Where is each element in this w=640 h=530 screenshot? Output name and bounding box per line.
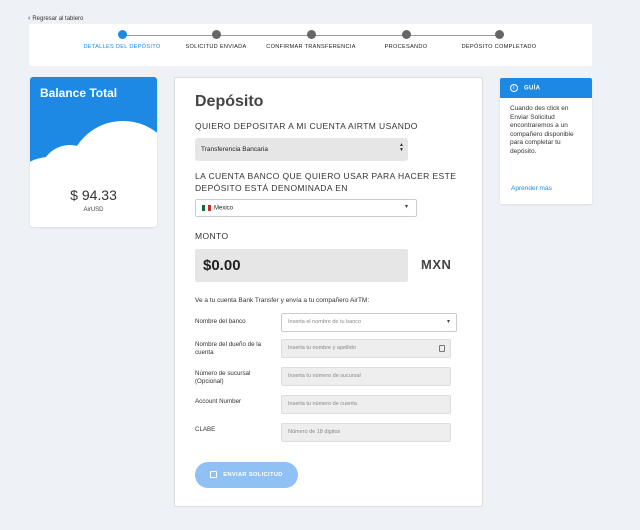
deposit-form-card: Depósito QUIERO DEPOSITAR A MI CUENTA AI… — [174, 77, 483, 507]
contact-card-icon — [439, 345, 445, 352]
guide-panel: i GUÍA Cuando des click en Enviar Solicit… — [500, 78, 592, 204]
balance-title: Balance Total — [40, 86, 118, 100]
account-number-label: Account Number — [195, 398, 242, 405]
step-dot — [306, 30, 316, 39]
step-label: CONFIRMAR TRANSFERENCIA — [266, 44, 356, 50]
updown-arrows-icon: ▲ ▼ — [399, 142, 404, 153]
balance-currency: AirUSD — [83, 207, 104, 213]
step-dot — [494, 30, 504, 39]
branch-number-field[interactable]: Inserta tu número de sucursal — [281, 367, 451, 386]
branch-number-placeholder: Inserta tu número de sucursal — [288, 373, 361, 379]
info-icon: i — [510, 84, 518, 92]
progress-stepper: DETALLES DEL DEPÓSITO SOLICITUD ENVIADA … — [29, 24, 592, 66]
clabe-label: CLABE — [195, 426, 216, 433]
clabe-field[interactable]: Número de 18 digitos — [281, 423, 451, 442]
submit-request-button[interactable]: ENVIAR SOLICITUD — [195, 462, 298, 488]
step-label: DEPÓSITO COMPLETADO — [461, 44, 537, 50]
balance-card: Balance Total $ 94.33 AirUSD — [30, 77, 157, 227]
account-number-placeholder: Inserta tu número de cuenta — [288, 401, 357, 407]
method-question: QUIERO DEPOSITAR A MI CUENTA AIRTM USAND… — [195, 121, 418, 131]
step-label: PROCESANDO — [384, 44, 428, 50]
guide-body: Cuando des click en Enviar Solicitud enc… — [510, 105, 574, 155]
guide-header: i GUÍA — [500, 78, 592, 98]
guide-title: GUÍA — [524, 85, 541, 92]
owner-name-field[interactable]: Inserta tu nombre y apellido — [281, 339, 451, 358]
step-deposit-completed: DEPÓSITO COMPLETADO — [454, 30, 544, 51]
amount-input[interactable]: $0.00 — [195, 249, 408, 282]
back-to-dashboard-link[interactable]: ‹ Regresar al tablero — [28, 15, 83, 22]
step-dot — [401, 30, 411, 39]
country-select[interactable]: Mexico ▾ — [195, 199, 417, 217]
country-select-value: Mexico — [214, 205, 234, 212]
currency-question: LA CUENTA BANCO QUE QUIERO USAR PARA HAC… — [195, 171, 457, 193]
step-deposit-details: DETALLES DEL DEPÓSITO — [77, 30, 167, 51]
owner-name-placeholder: Inserta tu nombre y apellido — [288, 345, 356, 351]
step-processing: PROCESANDO — [361, 30, 451, 51]
clabe-placeholder: Número de 18 digitos — [288, 429, 341, 435]
page-title: Depósito — [195, 93, 264, 110]
step-confirm-transfer: CONFIRMAR TRANSFERENCIA — [266, 30, 356, 51]
bank-name-label: Nombre del banco — [195, 318, 246, 325]
mexico-flag-icon — [202, 205, 211, 211]
learn-more-link[interactable]: Aprender más — [511, 185, 552, 192]
back-link-label: Regresar al tablero — [32, 16, 84, 22]
step-dot — [211, 30, 221, 39]
step-label: SOLICITUD ENVIADA — [185, 44, 247, 50]
amount-label: MONTO — [195, 231, 229, 241]
bank-name-placeholder: Inserta el nombre de tu banco — [288, 319, 362, 325]
transfer-instructions: Ve a tu cuenta Bank Transfer y envía a t… — [195, 297, 370, 304]
chevron-left-icon: ‹ — [28, 15, 31, 22]
step-label: DETALLES DEL DEPÓSITO — [83, 44, 161, 50]
submit-label: ENVIAR SOLICITUD — [223, 472, 283, 479]
method-select-value: Transferencia Bancaria — [201, 146, 268, 153]
account-number-field[interactable]: Inserta tu número de cuenta — [281, 395, 451, 414]
method-select[interactable]: Transferencia Bancaria ▲ ▼ — [195, 138, 408, 161]
chevron-down-icon: ▾ — [446, 319, 450, 325]
branch-number-label: Número de sucursal (Opcional) — [195, 370, 251, 385]
amount-currency: MXN — [421, 257, 452, 272]
chevron-down-icon: ▾ — [404, 204, 408, 210]
step-request-sent: SOLICITUD ENVIADA — [171, 30, 261, 51]
bank-name-select[interactable]: Inserta el nombre de tu banco ▾ — [281, 313, 457, 332]
balance-amount: $ 94.33 — [70, 187, 117, 203]
owner-name-label: Nombre del dueño de la cuenta — [195, 341, 262, 356]
send-request-icon — [210, 471, 218, 478]
step-dot — [117, 30, 127, 39]
